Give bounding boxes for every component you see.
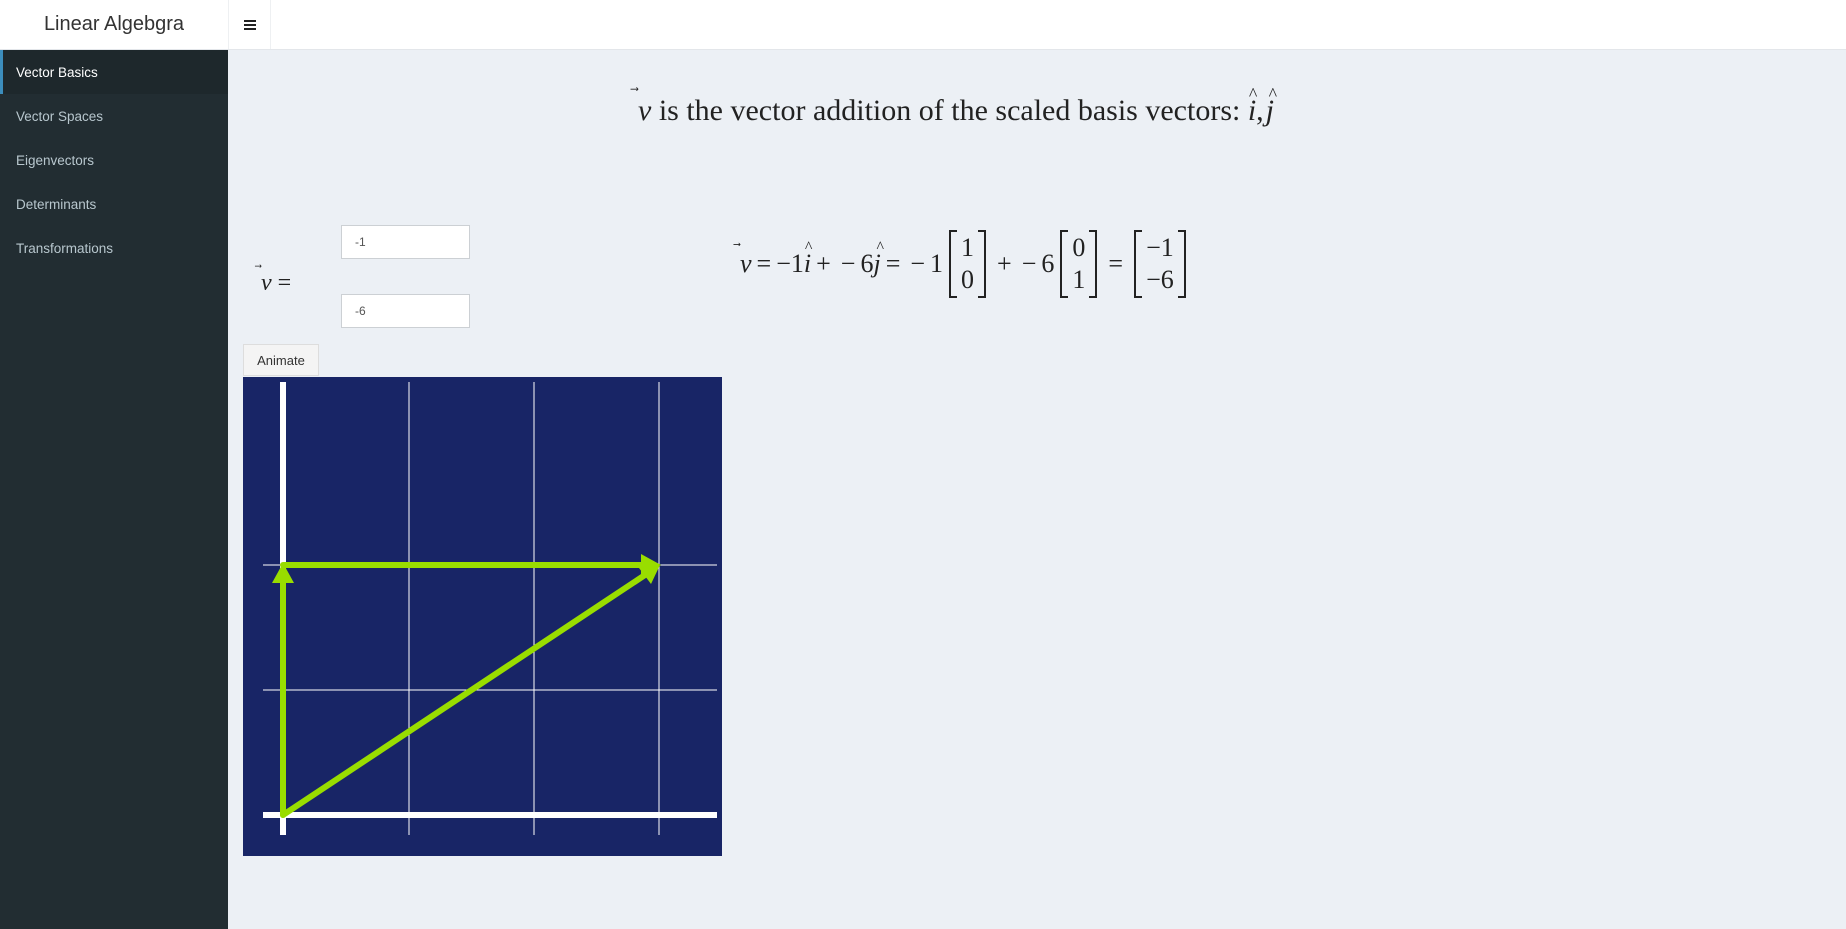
top-navbar: Linear Algebgra: [0, 0, 1846, 50]
hamburger-icon: [243, 19, 256, 30]
plot-background: [243, 377, 722, 856]
matrix-cell: 1: [961, 233, 975, 262]
basis-i-matrix: 1 0: [949, 230, 987, 298]
animate-button[interactable]: Animate: [243, 344, 319, 376]
vector-equation: ⃗v = −1 ^i + − 6 ^j = − 1 1 0 + − 6 0 1 …: [740, 226, 1192, 302]
vector-equals-label: ⃗v =: [261, 270, 292, 296]
equation-scalar-y-abs: 6: [1041, 249, 1055, 278]
sidebar-toggle-button[interactable]: [228, 0, 271, 49]
equation-scalar-x-abs: 1: [930, 249, 944, 278]
equation-vector-v: ⃗v: [740, 249, 752, 278]
matrix-cell: 1: [1072, 265, 1086, 294]
equation-scalar-x: −1: [776, 249, 804, 278]
result-matrix: −1 −6: [1134, 230, 1186, 298]
sidebar-item-vector-spaces[interactable]: Vector Spaces: [0, 94, 228, 138]
sidebar-item-vector-basics[interactable]: Vector Basics: [0, 50, 228, 94]
basis-i-symbol: ^ i: [1247, 84, 1258, 127]
matrix-cell: 0: [1072, 233, 1086, 262]
vector-y-input[interactable]: [341, 294, 470, 328]
equation-basis-j: ^ j: [873, 239, 884, 278]
sidebar: Vector Basics Vector Spaces Eigenvectors…: [0, 50, 228, 929]
equation-scalar-y: 6: [860, 249, 874, 278]
vector-plot-canvas[interactable]: [243, 377, 722, 856]
matrix-cell: 0: [961, 265, 975, 294]
vector-x-input[interactable]: [341, 225, 470, 259]
sidebar-item-eigenvectors[interactable]: Eigenvectors: [0, 138, 228, 182]
sidebar-item-determinants[interactable]: Determinants: [0, 182, 228, 226]
app-title[interactable]: Linear Algebgra: [0, 0, 228, 49]
sidebar-item-transformations[interactable]: Transformations: [0, 226, 228, 270]
title-text: is the vector addition of the scaled bas…: [658, 94, 1241, 127]
equation-basis-i: ^ i: [803, 239, 813, 278]
basis-j-symbol: ^ j: [1265, 84, 1278, 127]
page-title: ⃗ v is the vector addition of the scaled…: [638, 84, 1278, 127]
matrix-cell: −6: [1146, 265, 1174, 294]
basis-j-matrix: 0 1: [1060, 230, 1098, 298]
matrix-cell: −1: [1146, 233, 1174, 262]
vector-v-symbol: ⃗ v: [638, 94, 652, 127]
